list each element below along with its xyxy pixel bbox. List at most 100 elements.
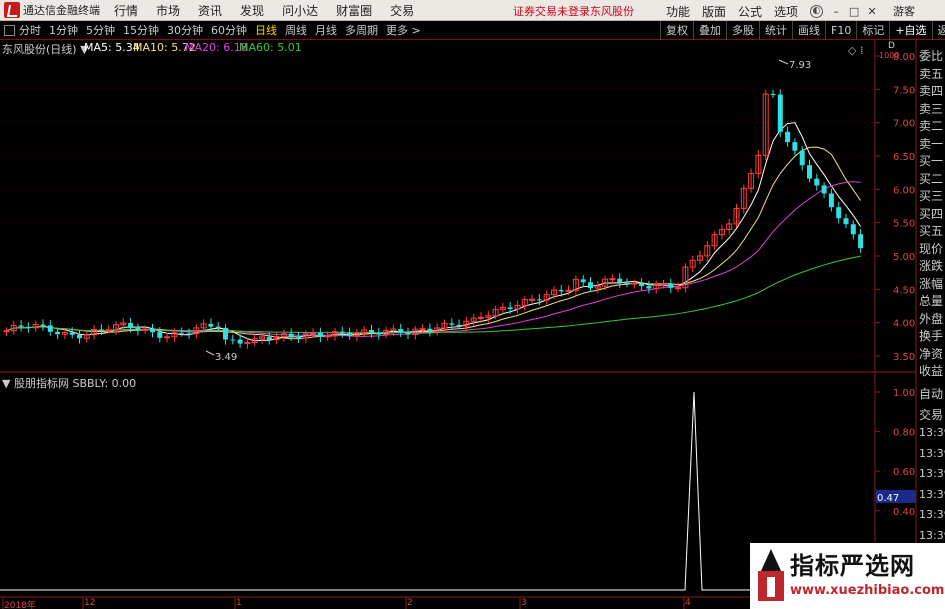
chart-window-controls[interactable]: ◇ ⁞ [848, 44, 863, 57]
x-axis-label: 3 [521, 598, 527, 608]
quote-label: 净资 [919, 346, 944, 361]
candle-body-up [324, 335, 331, 338]
candle-body-down [777, 94, 783, 132]
candle-body-up [631, 282, 638, 285]
y-tick-label: 4.00 [893, 319, 915, 330]
quote-label: 买二 [919, 171, 944, 186]
ma5-line [6, 122, 862, 342]
trade-time-label: 13:39 [919, 446, 945, 460]
candle-body-down [347, 332, 353, 336]
candle-body-down [639, 283, 645, 287]
candle-body-down [398, 329, 404, 333]
low-price-label: 3.49 [215, 352, 237, 363]
trade-time-label: 13:39 [919, 528, 945, 542]
y-tick-label: 5.50 [893, 219, 915, 230]
candle-body-up [105, 329, 112, 332]
trade-time-label: 自动 [919, 387, 944, 401]
candle-body-down [40, 324, 46, 326]
quote-label: 卖五 [919, 66, 944, 81]
candle-body-down [135, 327, 141, 331]
quote-label: 卖三 [919, 101, 944, 116]
trade-time-label: 13:39 [919, 426, 945, 439]
y-tick-label: 5.00 [893, 252, 915, 263]
candle-body-down [208, 323, 214, 327]
ma-lines [6, 122, 862, 342]
quote-label: 涨跌 [919, 259, 944, 273]
candle-body-down [814, 178, 820, 186]
ma60-line [6, 255, 861, 334]
ma10-line [6, 146, 862, 340]
candle-body-up [164, 336, 171, 339]
y-tick-label: 1.00 [893, 388, 915, 399]
candle-body-down [850, 224, 856, 235]
y-tick-label: 6.50 [893, 152, 915, 163]
candle-body-down [580, 279, 586, 283]
candle-body-down [456, 324, 462, 326]
quote-label: 卖一 [919, 136, 944, 151]
trade-time-label: 13:39 [919, 487, 945, 501]
candle-body-up [675, 287, 682, 290]
indicator-line [0, 391, 875, 591]
x-axis-label: 4 [685, 598, 691, 608]
candle-body-down [536, 299, 542, 301]
quote-label: 卖二 [919, 119, 944, 133]
quote-label: 现价 [919, 241, 944, 256]
candle-body-down [770, 93, 776, 95]
kline-chart-area[interactable]: 8.007.507.006.506.005.505.004.504.003.50… [0, 0, 945, 609]
candle-body-up [660, 283, 667, 286]
watermark-logo-icon [758, 549, 784, 601]
indicator-settings-icon[interactable]: ▼ [2, 377, 10, 390]
quote-label: 买五 [919, 224, 944, 238]
candle-body-down [77, 334, 82, 339]
candle-body-down [807, 165, 812, 179]
candle-body-down [858, 234, 864, 249]
quote-label: 买三 [919, 189, 944, 203]
quote-label: 外盘 [919, 311, 944, 326]
candle-body-down [785, 131, 791, 143]
x-axis-label: 1 [236, 598, 242, 608]
candle-body-down [18, 325, 24, 327]
candle-body-up [310, 332, 317, 335]
x-axis-label: 2 [407, 598, 413, 608]
candles [3, 89, 864, 349]
candle-body-down [799, 150, 805, 166]
candle-body-down [25, 326, 31, 328]
y-tick-label: 0.80 [893, 428, 915, 439]
y-tick-label: 0.60 [893, 467, 915, 478]
trade-time-label: 13:39 [919, 467, 945, 480]
candle-body-down [186, 333, 192, 335]
quote-label: 买一 [919, 154, 944, 168]
watermark-url: www.xuezhibiao.com [790, 583, 945, 598]
quote-label: 总量 [919, 294, 944, 308]
quote-label: 买四 [919, 206, 944, 221]
y-tick-label: 3.50 [893, 352, 915, 363]
candle-body-down [288, 333, 294, 337]
sbbly-line [0, 391, 875, 591]
indicator-y-axis: 1.000.800.600.400.200.47 [875, 388, 916, 557]
candle-body-down [237, 339, 243, 344]
candle-body-down [843, 218, 849, 225]
candle-body-down [157, 332, 163, 338]
quote-label: 换手 [919, 329, 944, 343]
watermark-text: 指标严选网 [790, 552, 915, 580]
candle-body-down [150, 329, 155, 333]
high-price-label: 7.93 [789, 60, 811, 71]
candle-body-down [558, 290, 564, 292]
candle-body-down [617, 278, 623, 283]
candle-body-down [98, 329, 104, 331]
y-tick-label: 7.50 [893, 85, 915, 96]
candle-body-up [529, 298, 536, 301]
main-y-axis: 8.007.507.006.506.005.505.004.504.003.50 [875, 52, 915, 363]
trade-time-label: 13:39 [919, 508, 945, 521]
quote-label: 委比 [919, 49, 944, 63]
watermark: 指标严选网 www.xuezhibiao.com [750, 543, 945, 609]
quote-label: 涨幅 [919, 276, 944, 291]
y-tick-label: 7.00 [893, 119, 915, 130]
x-axis-label: 12 [84, 598, 96, 608]
candle-body-down [223, 327, 228, 340]
ma20-line [6, 181, 861, 337]
quote-label: 卖四 [919, 84, 944, 98]
scale-corner: D 1000 [878, 41, 916, 63]
y-tick-label: 6.00 [893, 185, 915, 196]
y-tick-label: 0.40 [893, 507, 915, 518]
